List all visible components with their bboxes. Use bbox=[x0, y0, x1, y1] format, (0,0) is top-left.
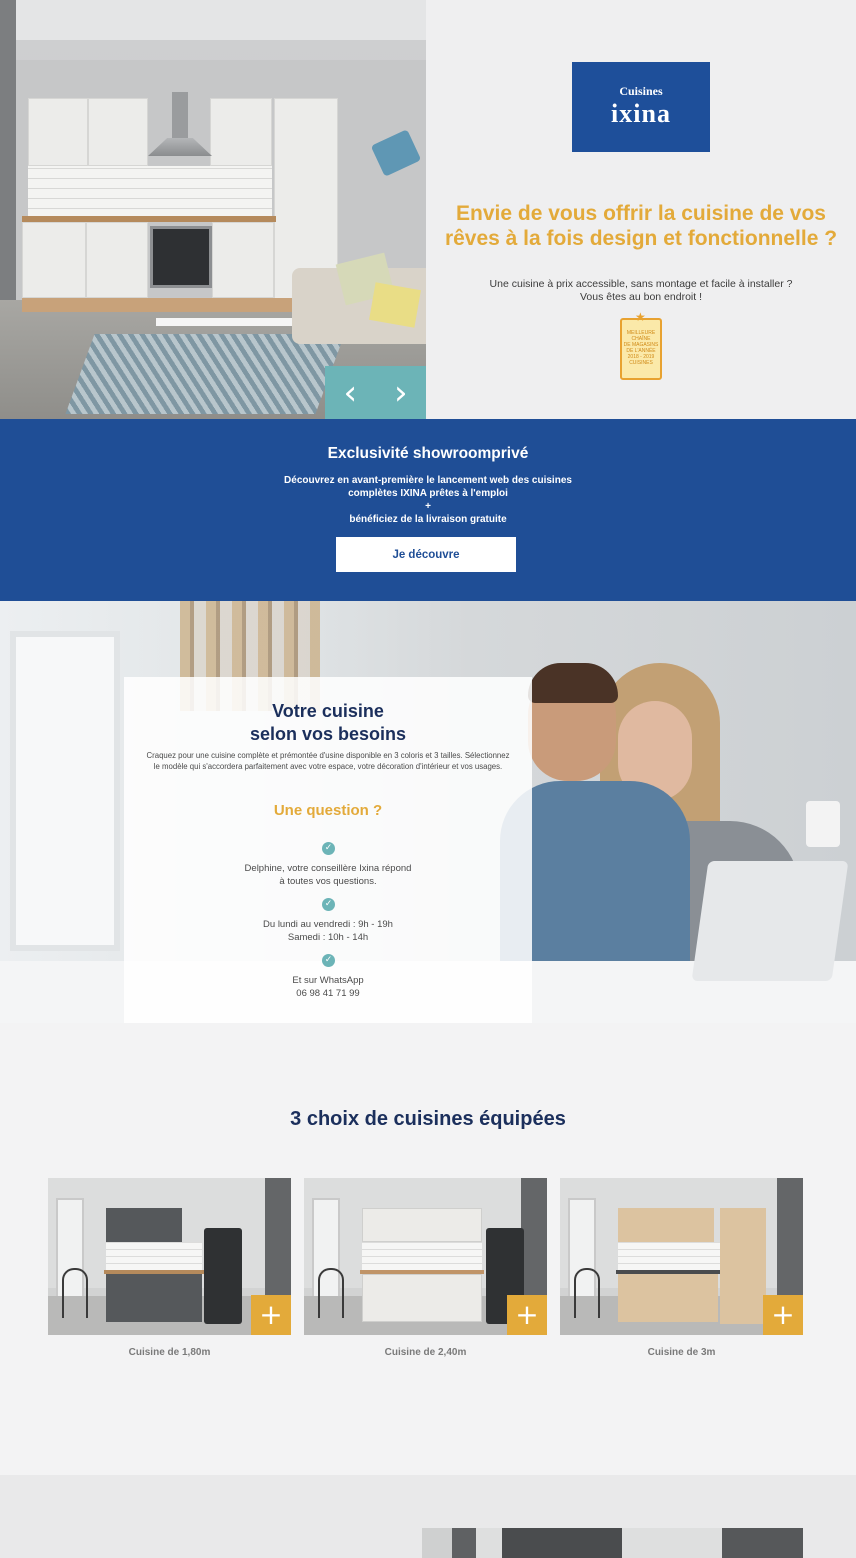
contact-line: Du lundi au vendredi : 9h - 19h bbox=[263, 919, 393, 930]
contact-line: Delphine, votre conseillère Ixina répond bbox=[244, 863, 412, 874]
photo-mug bbox=[806, 801, 840, 847]
chevron-right-icon[interactable]: › bbox=[394, 376, 408, 410]
panel-title-line1: Votre cuisine bbox=[272, 701, 384, 721]
cushion bbox=[369, 282, 421, 328]
panel-intro: Craquez pour une cuisine complète et pré… bbox=[146, 751, 510, 771]
star-icon: ★ bbox=[635, 310, 646, 324]
hero-ceiling bbox=[0, 0, 426, 40]
plus-icon[interactable]: + bbox=[251, 1295, 291, 1335]
contact-advisor: Delphine, votre conseillère Ixina répond… bbox=[124, 863, 532, 888]
fridge bbox=[204, 1228, 242, 1324]
upper-cabinet bbox=[106, 1208, 182, 1242]
kitchen-card-label[interactable]: Cuisine de 3m bbox=[560, 1347, 803, 1358]
needs-panel: Votre cuisine selon vos besoins Craquez … bbox=[124, 677, 532, 1023]
chair bbox=[62, 1268, 88, 1318]
plus-icon[interactable]: + bbox=[507, 1295, 547, 1335]
panel-title-line2: selon vos besoins bbox=[249, 724, 407, 744]
check-icon: ✓ bbox=[322, 954, 335, 967]
range-hood bbox=[148, 92, 212, 162]
hero-content: Cuisines ixina Envie de vous offrir la c… bbox=[426, 0, 856, 419]
hero-kitchen-image bbox=[0, 0, 426, 419]
upper-cabinet bbox=[210, 98, 272, 166]
exclusivity-band: Exclusivité showroomprivé Découvrez en a… bbox=[0, 419, 856, 601]
lower-cabinet bbox=[86, 222, 148, 298]
hero-title: Envie de vous offrir la cuisine de vos r… bbox=[444, 202, 838, 250]
band-line: bénéficiez de la livraison gratuite bbox=[349, 514, 507, 525]
hero-subtitle-line1: Une cuisine à prix accessible, sans mont… bbox=[489, 278, 793, 290]
upper-cabinet bbox=[618, 1208, 714, 1242]
photo-man-hair bbox=[528, 663, 618, 703]
coffee-table bbox=[156, 318, 306, 326]
kitchen-card-label[interactable]: Cuisine de 2,40m bbox=[304, 1347, 547, 1358]
award-badge: ★ MEILLEURE CHAÎNE DE MAGASINS DE L'ANNÉ… bbox=[620, 311, 662, 380]
plinth bbox=[22, 298, 336, 312]
plus-icon[interactable]: + bbox=[763, 1295, 803, 1335]
hero-section: ‹ › Cuisines ixina Envie de vous offrir … bbox=[0, 0, 856, 419]
kitchen-card-180[interactable]: + bbox=[48, 1178, 291, 1335]
contact-line: Et sur WhatsApp bbox=[292, 975, 364, 986]
discover-button[interactable]: Je découvre bbox=[336, 537, 516, 572]
chair bbox=[574, 1268, 600, 1318]
photo-laptop bbox=[691, 861, 849, 981]
contact-line: à toutes vos questions. bbox=[279, 875, 377, 887]
panel-title: Votre cuisine selon vos besoins bbox=[124, 700, 532, 746]
band-line: Découvrez en avant-première le lancement… bbox=[284, 475, 572, 486]
check-icon: ✓ bbox=[322, 898, 335, 911]
bottom-section bbox=[0, 1475, 856, 1558]
chevron-left-icon[interactable]: ‹ bbox=[343, 376, 357, 410]
contact-whatsapp: Et sur WhatsApp 06 98 41 71 99 bbox=[124, 975, 532, 1000]
logo-line1: Cuisines bbox=[619, 84, 663, 98]
lower-cabinet bbox=[106, 1274, 202, 1322]
question-heading: Une question ? bbox=[273, 802, 383, 819]
lower-cabinet bbox=[618, 1274, 718, 1322]
upper-cabinet bbox=[28, 98, 88, 166]
hero-subtitle: Une cuisine à prix accessible, sans mont… bbox=[440, 278, 842, 304]
photo-window bbox=[10, 631, 120, 951]
upper-cabinet bbox=[88, 98, 148, 166]
bottom-kitchen-image bbox=[422, 1528, 803, 1558]
hero-wall-left bbox=[0, 0, 16, 300]
lower-cabinet bbox=[212, 222, 274, 298]
lower-cabinet bbox=[22, 222, 86, 298]
whatsapp-number[interactable]: 06 98 41 71 99 bbox=[124, 988, 532, 1001]
backsplash bbox=[28, 166, 272, 218]
kitchen-card-300[interactable]: + bbox=[560, 1178, 803, 1335]
choices-title: 3 choix de cuisines équipées bbox=[290, 1108, 566, 1130]
couple-photo-section: Votre cuisine selon vos besoins Craquez … bbox=[0, 601, 856, 1023]
slider-nav: ‹ › bbox=[325, 366, 426, 419]
hero-subtitle-line2: Vous êtes au bon endroit ! bbox=[579, 291, 702, 303]
contact-hours: Du lundi au vendredi : 9h - 19h Samedi :… bbox=[124, 919, 532, 944]
oven bbox=[150, 226, 212, 288]
chair bbox=[318, 1268, 344, 1318]
check-icon: ✓ bbox=[322, 842, 335, 855]
band-description: Découvrez en avant-première le lancement… bbox=[228, 474, 628, 526]
lower-cabinet bbox=[362, 1274, 482, 1322]
kitchen-card-240[interactable]: + bbox=[304, 1178, 547, 1335]
tall-cabinet bbox=[720, 1208, 766, 1324]
upper-cabinet bbox=[362, 1208, 482, 1242]
contact-line: Samedi : 10h - 14h bbox=[287, 931, 369, 943]
rug bbox=[65, 334, 345, 414]
band-line: complètes IXINA prêtes à l'emploi bbox=[348, 488, 508, 499]
award-text: CUISINES bbox=[629, 360, 653, 366]
logo-line2: ixina bbox=[611, 99, 671, 128]
band-line: + bbox=[425, 501, 431, 512]
kitchen-card-label[interactable]: Cuisine de 1,80m bbox=[48, 1347, 291, 1358]
ixina-logo[interactable]: Cuisines ixina bbox=[572, 62, 710, 152]
band-title: Exclusivité showroomprivé bbox=[327, 445, 529, 462]
